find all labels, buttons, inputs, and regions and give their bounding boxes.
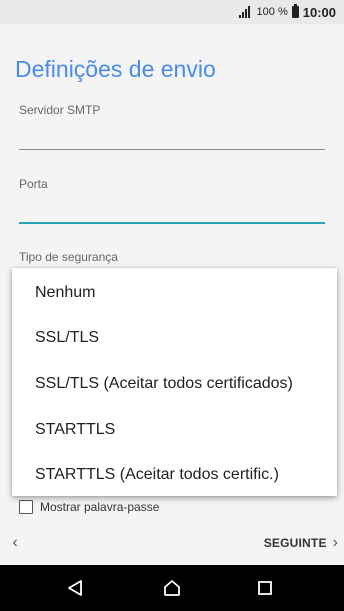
smtp-server-label: Servidor SMTP bbox=[19, 103, 101, 117]
status-icons: 100 % 10:00 bbox=[238, 0, 336, 24]
port-input[interactable] bbox=[19, 222, 325, 224]
battery-icon bbox=[291, 4, 299, 18]
signal-icon bbox=[238, 6, 253, 18]
security-option-ssl-tls[interactable]: SSL/TLS bbox=[35, 329, 99, 347]
show-password-row[interactable]: Mostrar palavra-passe bbox=[19, 500, 159, 514]
show-password-label: Mostrar palavra-passe bbox=[40, 500, 160, 514]
security-type-dropdown: Nenhum SSL/TLS SSL/TLS (Aceitar todos ce… bbox=[12, 268, 337, 496]
security-type-label: Tipo de segurança bbox=[19, 250, 118, 264]
port-label: Porta bbox=[19, 177, 48, 191]
status-bar: 100 % 10:00 bbox=[0, 0, 344, 24]
next-chevron-icon: › bbox=[332, 534, 338, 551]
security-option-starttls-all-certs[interactable]: STARTTLS (Aceitar todos certific.) bbox=[35, 466, 279, 484]
back-triangle-icon[interactable] bbox=[66, 579, 84, 597]
home-icon[interactable] bbox=[163, 579, 181, 597]
navigation-bar bbox=[0, 565, 344, 611]
recent-apps-icon[interactable] bbox=[256, 579, 274, 597]
show-password-checkbox[interactable] bbox=[19, 500, 33, 514]
security-option-starttls[interactable]: STARTTLS bbox=[35, 421, 115, 439]
clock: 10:00 bbox=[302, 4, 336, 20]
next-button[interactable]: SEGUINTE › bbox=[264, 533, 338, 553]
battery-percentage: 100 % bbox=[256, 6, 288, 18]
security-option-none[interactable]: Nenhum bbox=[35, 284, 95, 302]
page-title: Definições de envio bbox=[15, 56, 216, 82]
security-option-ssl-tls-all-certs[interactable]: SSL/TLS (Aceitar todos certificados) bbox=[35, 375, 293, 393]
back-chevron-icon[interactable]: ‹ bbox=[6, 533, 24, 553]
next-label: SEGUINTE bbox=[263, 536, 327, 550]
smtp-server-input[interactable] bbox=[19, 149, 325, 150]
